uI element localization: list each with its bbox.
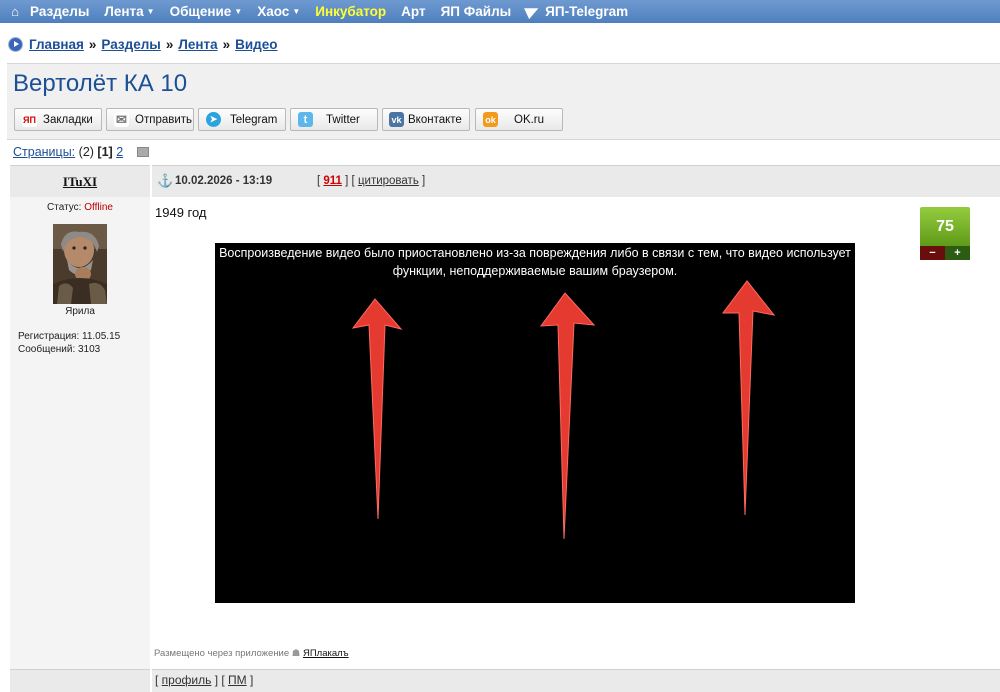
- share-button-label: Отправить: [135, 113, 193, 126]
- chevron-down-icon: ▼: [234, 7, 243, 16]
- post-meta: [ 911 ] [ цитировать ]: [317, 175, 426, 187]
- post-author[interactable]: ITuXI: [10, 174, 150, 190]
- posted-via-text: Размещено через приложение: [154, 648, 290, 659]
- share-ok-button[interactable]: ok OK.ru: [475, 108, 563, 131]
- nav-item-2[interactable]: Общение ▼: [170, 4, 243, 19]
- share-button-label: OK.ru: [514, 113, 545, 126]
- share-button-label: Telegram: [230, 113, 278, 126]
- profile-link[interactable]: профиль: [162, 673, 212, 687]
- share-button-label: Twitter: [326, 113, 360, 126]
- post-footer-links: [ профиль ] [ ПМ ]: [155, 673, 254, 687]
- avatar-name: Ярила: [65, 306, 95, 317]
- chevron-down-icon: ▼: [292, 7, 301, 16]
- anchor-icon[interactable]: ⚓: [157, 173, 173, 189]
- share-telegram-button[interactable]: ➤ Telegram: [198, 108, 286, 131]
- posted-via-app[interactable]: ЯПлакалъ: [303, 648, 349, 659]
- avatar-image: [53, 224, 107, 304]
- rating-value: 75: [920, 207, 970, 246]
- share-button-label: Закладки: [43, 113, 93, 126]
- pages-next[interactable]: 2: [116, 145, 123, 159]
- breadcrumb: Главная » Разделы » Лента » Видео: [8, 37, 278, 52]
- twitter-icon: t: [298, 112, 313, 127]
- post-footer-left: [10, 669, 150, 692]
- red-arrows: [351, 280, 776, 540]
- video-error-message: Воспроизведение видео было приостановлен…: [219, 246, 851, 278]
- pm-link[interactable]: ПМ: [228, 673, 247, 687]
- rating-plus-button[interactable]: +: [945, 246, 970, 260]
- telegram-icon: ➤: [206, 112, 221, 127]
- post-author-header: ITuXI: [10, 165, 150, 197]
- share-bookmarks-button[interactable]: ЯП Закладки: [14, 108, 102, 131]
- red-arrow-middle: [539, 292, 596, 540]
- breadcrumb-separator: »: [88, 37, 97, 52]
- status-label: Статус:: [47, 202, 82, 213]
- rating-widget: 75 − +: [920, 207, 970, 261]
- red-arrow-left: [351, 298, 403, 520]
- breadcrumb-feed[interactable]: Лента: [178, 37, 217, 52]
- pages-label[interactable]: Страницы:: [13, 145, 75, 159]
- nav-telegram-label: ЯП-Telegram: [545, 4, 629, 19]
- nav-item-label: ЯП Файлы: [440, 4, 512, 19]
- title-bar: Вертолёт КА 10: [7, 63, 1000, 102]
- android-icon: ☗: [291, 648, 301, 659]
- status-value: Offline: [84, 202, 113, 213]
- post-number[interactable]: 911: [323, 175, 342, 187]
- avatar[interactable]: [53, 224, 107, 304]
- pagination: Страницы: (2) [1] 2: [13, 145, 149, 159]
- post-date: 10.02.2026 - 13:19: [175, 175, 273, 187]
- breadcrumb-sections[interactable]: Разделы: [101, 37, 160, 52]
- nav-item-5[interactable]: Арт: [401, 4, 425, 19]
- nav-item-telegram[interactable]: ЯП-Telegram: [524, 2, 629, 20]
- post-header: ⚓ 10.02.2026 - 13:19 [ 911 ] [ цитироват…: [152, 165, 1000, 197]
- mail-icon[interactable]: [136, 147, 149, 157]
- nav-item-3[interactable]: Хаос ▼: [257, 4, 300, 19]
- chevron-down-icon: ▼: [146, 7, 155, 16]
- breadcrumb-home[interactable]: Главная: [29, 37, 84, 52]
- share-vk-button[interactable]: vk Вконтакте: [382, 108, 470, 131]
- nav-item-label: Инкубатор: [315, 4, 387, 19]
- telegram-plane-icon: [524, 2, 542, 20]
- nav-item-label: Хаос: [257, 4, 290, 19]
- user-info-panel: Статус: Offline Ярила Регистрация: 11.05…: [10, 197, 150, 669]
- rating-controls: − +: [920, 246, 970, 260]
- cite-link[interactable]: цитировать: [358, 175, 419, 187]
- yap-icon: ЯП: [22, 112, 37, 127]
- registration-date: Регистрация: 11.05.15: [18, 331, 121, 342]
- top-nav: ⌂ Разделы Лента ▼ Общение ▼ Хаос ▼ Инкубатор Арт…: [0, 0, 1000, 23]
- breadcrumb-separator: »: [222, 37, 231, 52]
- post-text: 1949 год: [155, 205, 207, 220]
- message-count: Сообщений: 3103: [18, 344, 101, 355]
- user-status: Статус: Offline: [10, 202, 150, 213]
- video-player[interactable]: Воспроизведение видео было приостановлен…: [215, 243, 855, 603]
- vk-icon: vk: [389, 112, 404, 127]
- breadcrumb-arrow-icon: [8, 37, 23, 52]
- rating-minus-button[interactable]: −: [920, 246, 945, 260]
- red-arrow-right: [722, 280, 776, 516]
- nav-items: Разделы Лента ▼ Общение ▼ Хаос ▼ Инкубатор Арт ЯП…: [30, 4, 526, 19]
- page-title: Вертолёт КА 10: [13, 70, 188, 97]
- pages-current: [1]: [97, 145, 113, 159]
- breadcrumb-video[interactable]: Видео: [235, 37, 277, 52]
- share-bar: ЯП Закладки ✉ Отправить ➤ Telegram t Twi…: [7, 101, 1000, 140]
- ok-icon: ok: [483, 112, 498, 127]
- nav-item-6[interactable]: ЯП Файлы: [441, 4, 512, 19]
- breadcrumb-separator: »: [165, 37, 174, 52]
- nav-item-1[interactable]: Лента ▼: [104, 4, 154, 19]
- post-footer: [ профиль ] [ ПМ ]: [152, 669, 1000, 692]
- envelope-icon: ✉: [114, 112, 129, 127]
- user-stats: Регистрация: 11.05.15 Сообщений: 3103: [18, 330, 120, 356]
- nav-item-4[interactable]: Инкубатор: [315, 4, 386, 19]
- pages-count: (2): [78, 145, 94, 159]
- nav-item-label: Лента: [104, 4, 144, 19]
- nav-item-label: Разделы: [30, 4, 90, 19]
- nav-item-label: Арт: [401, 4, 426, 19]
- share-twitter-button[interactable]: t Twitter: [290, 108, 378, 131]
- home-icon[interactable]: ⌂: [0, 4, 30, 19]
- share-send-button[interactable]: ✉ Отправить: [106, 108, 194, 131]
- share-button-label: Вконтакте: [408, 113, 462, 126]
- posted-via: Размещено через приложение ☗ ЯПлакалъ: [154, 648, 349, 659]
- nav-item-label: Общение: [169, 4, 232, 19]
- nav-item-0[interactable]: Разделы: [30, 4, 89, 19]
